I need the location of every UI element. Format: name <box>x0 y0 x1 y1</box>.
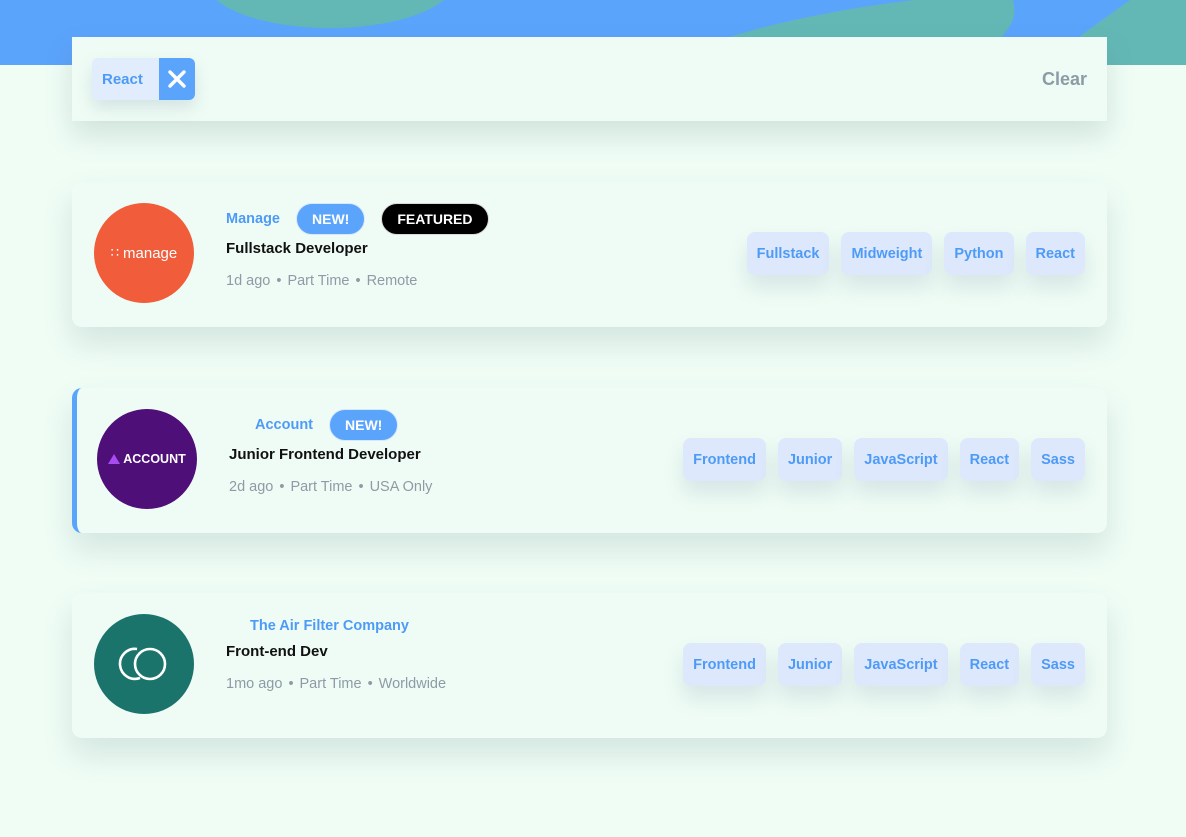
company-logo: ∷ manage <box>94 203 194 303</box>
tag-sass[interactable]: Sass <box>1031 438 1085 481</box>
logo-text: manage <box>123 244 178 262</box>
job-tags: Fullstack Midweight Python React <box>735 232 1085 275</box>
contract-type: Part Time <box>290 479 353 495</box>
tag-fullstack[interactable]: Fullstack <box>746 232 830 275</box>
remove-filter-button[interactable] <box>158 58 195 100</box>
tag-javascript[interactable]: JavaScript <box>854 438 948 481</box>
posted-at: 1mo ago <box>226 676 283 692</box>
job-tags: Frontend Junior JavaScript React Sass <box>671 438 1085 481</box>
filter-chip-label: React <box>92 58 159 100</box>
tag-frontend[interactable]: Frontend <box>683 643 766 686</box>
company-name: The Air Filter Company <box>250 618 409 634</box>
interlocked-rings-icon <box>118 647 167 681</box>
job-listings-page: React Clear ∷ manage Manage NEW! FEATURE… <box>0 0 1186 837</box>
company-name: Account <box>255 417 313 433</box>
close-icon <box>168 70 186 88</box>
separator-dot: • <box>279 479 285 495</box>
separator-dot: • <box>355 273 361 289</box>
job-location: USA Only <box>369 479 433 495</box>
job-card: ACCOUNT Account NEW! Junior Frontend Dev… <box>72 388 1107 533</box>
job-tags: Frontend Junior JavaScript React Sass <box>671 643 1085 686</box>
tag-junior[interactable]: Junior <box>777 438 843 481</box>
job-location: Remote <box>366 273 418 289</box>
company-logo: ACCOUNT <box>97 409 197 509</box>
logo-dots-icon: ∷ <box>110 245 120 260</box>
company-name: Manage <box>226 211 280 227</box>
contract-type: Part Time <box>287 273 350 289</box>
job-position[interactable]: Front-end Dev <box>226 643 446 660</box>
company-logo <box>94 614 194 714</box>
job-info: The Air Filter Company Front-end Dev 1mo… <box>226 610 446 692</box>
clear-button[interactable]: Clear <box>1042 69 1087 90</box>
job-meta-row: Manage NEW! FEATURED <box>226 203 489 235</box>
tag-python[interactable]: Python <box>944 232 1014 275</box>
job-card: ∷ manage Manage NEW! FEATURED Fullstack … <box>72 182 1107 327</box>
tag-react[interactable]: React <box>959 438 1020 481</box>
tag-javascript[interactable]: JavaScript <box>854 643 948 686</box>
logo-text: ACCOUNT <box>123 452 186 466</box>
tag-react[interactable]: React <box>1025 232 1085 275</box>
job-meta-row: The Air Filter Company <box>226 610 446 642</box>
tag-midweight[interactable]: Midweight <box>841 232 933 275</box>
filter-bar: React Clear <box>72 37 1107 121</box>
job-details: 1mo ago • Part Time • Worldwide <box>226 676 446 692</box>
posted-at: 2d ago <box>229 479 274 495</box>
job-info: Manage NEW! FEATURED Fullstack Developer… <box>226 203 489 289</box>
posted-at: 1d ago <box>226 273 271 289</box>
separator-dot: • <box>288 676 294 692</box>
job-location: Worldwide <box>378 676 447 692</box>
new-badge: NEW! <box>296 203 366 235</box>
job-position[interactable]: Junior Frontend Developer <box>229 446 432 463</box>
featured-badge: FEATURED <box>381 203 489 235</box>
separator-dot: • <box>276 273 282 289</box>
filter-chip: React <box>92 58 195 100</box>
tag-junior[interactable]: Junior <box>777 643 843 686</box>
tag-react[interactable]: React <box>959 643 1020 686</box>
job-meta-row: Account NEW! <box>229 409 432 441</box>
job-card: The Air Filter Company Front-end Dev 1mo… <box>72 593 1107 738</box>
logo-triangle-icon <box>108 454 121 464</box>
tag-sass[interactable]: Sass <box>1031 643 1085 686</box>
job-details: 2d ago • Part Time • USA Only <box>229 479 432 495</box>
contract-type: Part Time <box>299 676 362 692</box>
separator-dot: • <box>358 479 364 495</box>
job-position[interactable]: Fullstack Developer <box>226 240 489 257</box>
tag-frontend[interactable]: Frontend <box>683 438 766 481</box>
new-badge: NEW! <box>329 409 399 441</box>
job-info: Account NEW! Junior Frontend Developer 2… <box>229 409 432 495</box>
separator-dot: • <box>367 676 373 692</box>
job-details: 1d ago • Part Time • Remote <box>226 273 489 289</box>
